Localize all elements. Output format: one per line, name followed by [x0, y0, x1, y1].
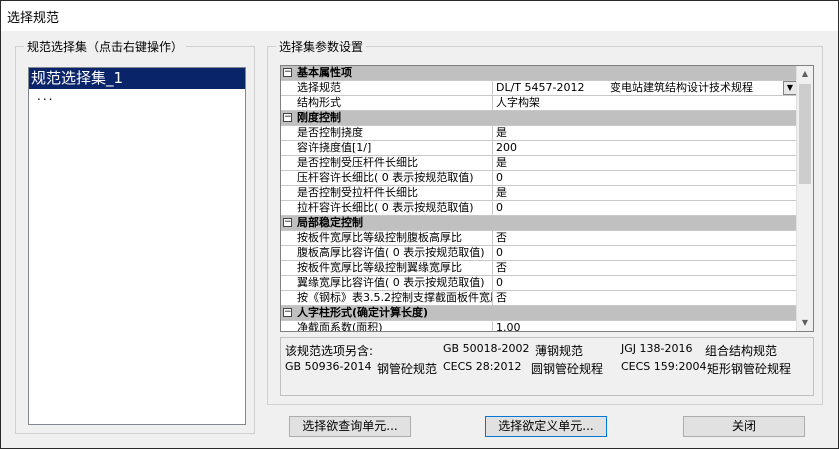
grid-category-label: 基本属性项 [297, 66, 352, 79]
spec-info-code: GB 50936-2014 [285, 360, 372, 373]
grid-property-key: 按《钢标》表3.5.2控制支撑截面板件宽厚比 [297, 291, 493, 305]
title-bar[interactable]: 选择规范 [1, 1, 838, 31]
grid-property-key: 结构形式 [295, 96, 493, 110]
grid-property-key: 选择规范 [295, 81, 493, 95]
grid-property-row[interactable]: 按板件宽厚比等级控制翼缘宽厚比否 [281, 261, 797, 276]
close-button[interactable]: 关闭 [683, 416, 805, 437]
grid-category-row[interactable]: − 人字柱形式(确定计算长度) [281, 306, 797, 321]
grid-property-row[interactable]: 腹板高厚比容许值( 0 表示按规范取值) 0 [281, 246, 797, 261]
grid-property-key: 翼缘宽厚比容许值( 0 表示按规范取值) [295, 276, 493, 290]
select-query-unit-button[interactable]: 选择欲查询单元... [289, 416, 411, 437]
grid-property-value[interactable]: 0 [494, 246, 797, 260]
grid-property-value[interactable]: 人字构架 [494, 96, 797, 110]
spec-info-panel: 该规范选项另含: GB 50018-2002 薄钢规范 JGJ 138-2016… [280, 337, 814, 396]
grid-category-row[interactable]: − 局部稳定控制 [281, 216, 797, 231]
list-item[interactable]: ... [29, 89, 245, 107]
grid-property-value[interactable]: 否 [494, 291, 797, 305]
spec-set-list[interactable]: 规范选择集_1 ... [28, 67, 246, 425]
grid-property-key: 是否控制受压杆件长细比 [295, 156, 493, 170]
grid-category-label: 局部稳定控制 [297, 216, 363, 229]
spec-info-name: 薄钢规范 [535, 344, 584, 358]
grid-property-key: 容许挠度值[1/] [295, 141, 493, 155]
spec-select-combo-body[interactable]: DL/T 5457-2012 变电站建筑结构设计技术规程 ▼ [494, 81, 797, 95]
spec-description: 变电站建筑结构设计技术规程 [610, 81, 753, 94]
window-title: 选择规范 [7, 11, 60, 26]
grid-property-row[interactable]: 结构形式 人字构架 [281, 96, 797, 111]
grid-property-row[interactable]: 翼缘宽厚比容许值( 0 表示按规范取值) 0 [281, 276, 797, 291]
grid-category-row[interactable]: − 基本属性项 [281, 66, 797, 81]
select-define-unit-button[interactable]: 选择欲定义单元... [485, 416, 607, 437]
spec-set-group: 规范选择集（点击右键操作） 规范选择集_1 ... [15, 38, 255, 434]
grid-property-key: 按板件宽厚比等级控制腹板高厚比 [295, 231, 493, 245]
spec-info-name: 钢管砼规范 [377, 362, 438, 376]
scroll-down-icon[interactable]: ▼ [797, 315, 813, 331]
grid-property-value[interactable]: 0 [494, 201, 797, 215]
grid-property-key: 是否控制受拉杆件长细比 [295, 186, 493, 200]
grid-category-row[interactable]: − 刚度控制 [281, 111, 797, 126]
grid-property-value[interactable]: 1.00 [494, 321, 797, 331]
grid-property-value[interactable]: 是 [494, 126, 797, 140]
spec-info-heading: 该规范选项另含: [285, 344, 374, 358]
grid-property-value[interactable]: 否 [494, 231, 797, 245]
property-grid-scrollbar[interactable]: ▲ ▼ [796, 66, 813, 331]
grid-property-value[interactable]: 0 [494, 276, 797, 290]
grid-property-key: 净截面系数(面积) [295, 321, 493, 331]
grid-property-row[interactable]: 是否控制受拉杆件长细比是 [281, 186, 797, 201]
grid-property-row[interactable]: 压杆容许长细比( 0 表示按规范取值) 0 [281, 171, 797, 186]
grid-property-row[interactable]: 是否控制受压杆件长细比是 [281, 156, 797, 171]
grid-property-key: 腹板高厚比容许值( 0 表示按规范取值) [295, 246, 493, 260]
dialog-window: 选择规范 规范选择集（点击右键操作） 规范选择集_1 ... 选择集参数设置 −… [0, 0, 839, 449]
grid-property-row[interactable]: 选择规范 DL/T 5457-2012 变电站建筑结构设计技术规程 ▼ [281, 81, 797, 96]
grid-property-row[interactable]: 容许挠度值[1/] 200 [281, 141, 797, 156]
spec-code: DL/T 5457-2012 [496, 81, 585, 94]
spec-info-code: JGJ 138-2016 [621, 342, 693, 355]
param-settings-group: 选择集参数设置 − 基本属性项 选择规范 DL/T 5457-2012 变电站建筑结构设… [267, 38, 823, 405]
grid-property-row[interactable]: 拉杆容许长细比( 0 表示按规范取值) 0 [281, 201, 797, 216]
collapse-toggle-icon[interactable]: − [283, 68, 292, 77]
param-settings-group-label: 选择集参数设置 [276, 38, 367, 55]
grid-property-key: 按板件宽厚比等级控制翼缘宽厚比 [295, 261, 493, 275]
spec-info-code: CECS 159:2004 [621, 360, 707, 373]
grid-property-value[interactable]: 0 [494, 171, 797, 185]
grid-category-label: 刚度控制 [297, 111, 341, 124]
grid-property-value[interactable]: 是 [494, 156, 797, 170]
collapse-toggle-icon[interactable]: − [283, 308, 292, 317]
spec-info-name: 矩形钢管砼规程 [707, 362, 792, 376]
triangle-down-icon[interactable]: ▼ [783, 81, 797, 95]
collapse-toggle-icon[interactable]: − [283, 113, 292, 122]
grid-property-row[interactable]: 净截面系数(面积) 1.00 [281, 321, 797, 331]
scroll-up-icon[interactable]: ▲ [797, 66, 813, 82]
spec-info-code: CECS 28:2012 [443, 360, 522, 373]
property-grid-rows: − 基本属性项 选择规范 DL/T 5457-2012 变电站建筑结构设计技术规程 ▼ 结构… [281, 66, 797, 331]
grid-property-key: 是否控制挠度 [295, 126, 493, 140]
grid-property-row[interactable]: 是否控制挠度是 [281, 126, 797, 141]
grid-property-value[interactable]: 200 [494, 141, 797, 155]
grid-property-row[interactable]: 按板件宽厚比等级控制腹板高厚比否 [281, 231, 797, 246]
spec-set-group-label: 规范选择集（点击右键操作） [24, 38, 187, 55]
spec-select-combo[interactable]: DL/T 5457-2012 变电站建筑结构设计技术规程 ▼ [494, 81, 797, 95]
grid-property-row[interactable]: 按《钢标》表3.5.2控制支撑截面板件宽厚比否 [281, 291, 797, 306]
grid-property-value[interactable]: 是 [494, 186, 797, 200]
grid-category-label: 人字柱形式(确定计算长度) [297, 306, 429, 319]
list-item[interactable]: 规范选择集_1 [29, 68, 245, 89]
collapse-toggle-icon[interactable]: − [283, 218, 292, 227]
scroll-thumb[interactable] [799, 84, 811, 184]
property-grid[interactable]: − 基本属性项 选择规范 DL/T 5457-2012 变电站建筑结构设计技术规程 ▼ 结构… [280, 65, 814, 332]
grid-property-value[interactable]: 否 [494, 261, 797, 275]
grid-property-key: 拉杆容许长细比( 0 表示按规范取值) [295, 201, 493, 215]
spec-info-name: 圆钢管砼规程 [531, 362, 604, 376]
spec-info-code: GB 50018-2002 [443, 342, 530, 355]
spec-info-name: 组合结构规范 [705, 344, 778, 358]
grid-property-key: 压杆容许长细比( 0 表示按规范取值) [295, 171, 493, 185]
